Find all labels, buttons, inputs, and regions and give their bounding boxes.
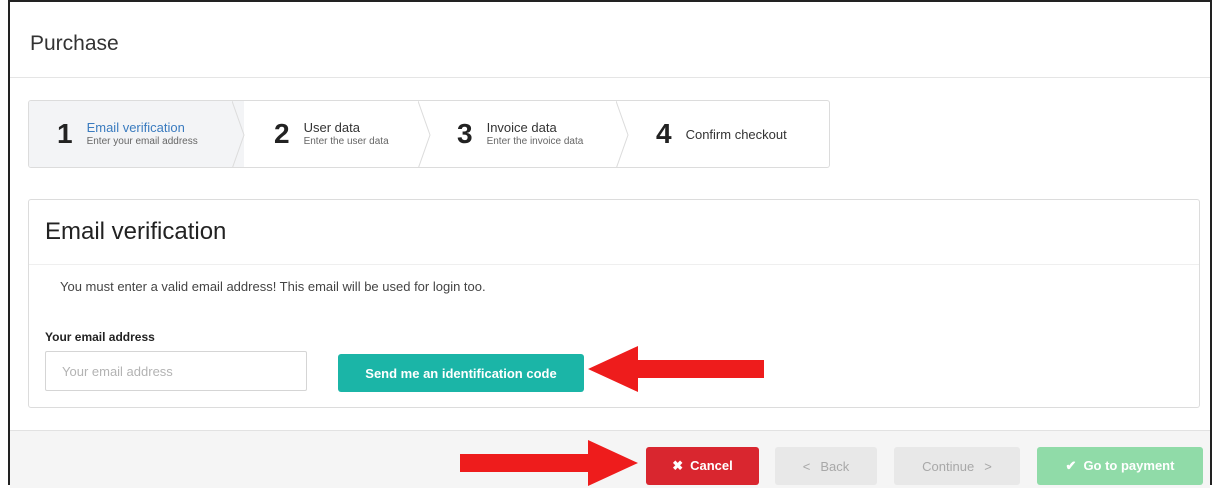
info-text: You must enter a valid email address! Th…	[60, 279, 486, 294]
step-number: 3	[457, 118, 473, 149]
step-title: Invoice data	[486, 119, 557, 135]
checkout-steps: 1 Email verification Enter your email ad…	[28, 100, 830, 168]
send-identification-code-button[interactable]: Send me an identification code	[338, 354, 584, 392]
step-email-verification[interactable]: 1 Email verification Enter your email ad…	[29, 101, 245, 167]
continue-label: Continue	[922, 458, 975, 474]
step-user-data[interactable]: 2 User data Enter the user data	[244, 101, 431, 167]
annotation-arrow-right	[460, 440, 638, 486]
step-separator-chevron	[616, 101, 629, 167]
step-number: 1	[57, 118, 73, 149]
chevron-right-icon: >	[984, 458, 992, 474]
step-separator-chevron	[418, 101, 431, 167]
back-button[interactable]: < Back	[775, 447, 877, 485]
step-confirm-checkout[interactable]: 4 Confirm checkout	[628, 101, 829, 167]
chevron-left-icon: <	[802, 458, 811, 474]
email-input[interactable]	[45, 351, 307, 391]
times-icon: ✖	[672, 458, 684, 473]
step-subtitle: Enter the invoice data	[486, 135, 584, 147]
step-invoice-data[interactable]: 3 Invoice data Enter the invoice data	[430, 101, 629, 167]
purchase-window: Purchase 1 Email verification Enter your…	[8, 0, 1212, 488]
page-title: Purchase	[30, 32, 119, 55]
step-subtitle: Enter the user data	[303, 135, 389, 147]
panel-heading: Email verification	[45, 218, 227, 245]
back-label: Back	[820, 458, 850, 474]
check-icon: ✔	[1065, 458, 1077, 473]
step-separator-chevron	[232, 101, 245, 167]
go-to-payment-button[interactable]: ✔ Go to payment	[1037, 447, 1203, 485]
annotation-arrow-left	[588, 346, 764, 392]
cancel-button[interactable]: ✖ Cancel	[646, 447, 759, 485]
step-subtitle: Enter your email address	[86, 135, 198, 147]
email-label: Your email address	[45, 330, 155, 344]
step-title: Confirm checkout	[685, 126, 787, 142]
continue-button[interactable]: Continue >	[894, 447, 1020, 485]
panel-divider	[29, 264, 1199, 265]
step-title: Email verification	[86, 119, 185, 135]
step-title: User data	[303, 119, 360, 135]
go-to-payment-label: Go to payment	[1083, 458, 1175, 473]
cancel-label: Cancel	[690, 458, 733, 473]
step-number: 4	[656, 118, 672, 149]
step-number: 2	[274, 118, 290, 149]
title-divider	[10, 77, 1210, 78]
